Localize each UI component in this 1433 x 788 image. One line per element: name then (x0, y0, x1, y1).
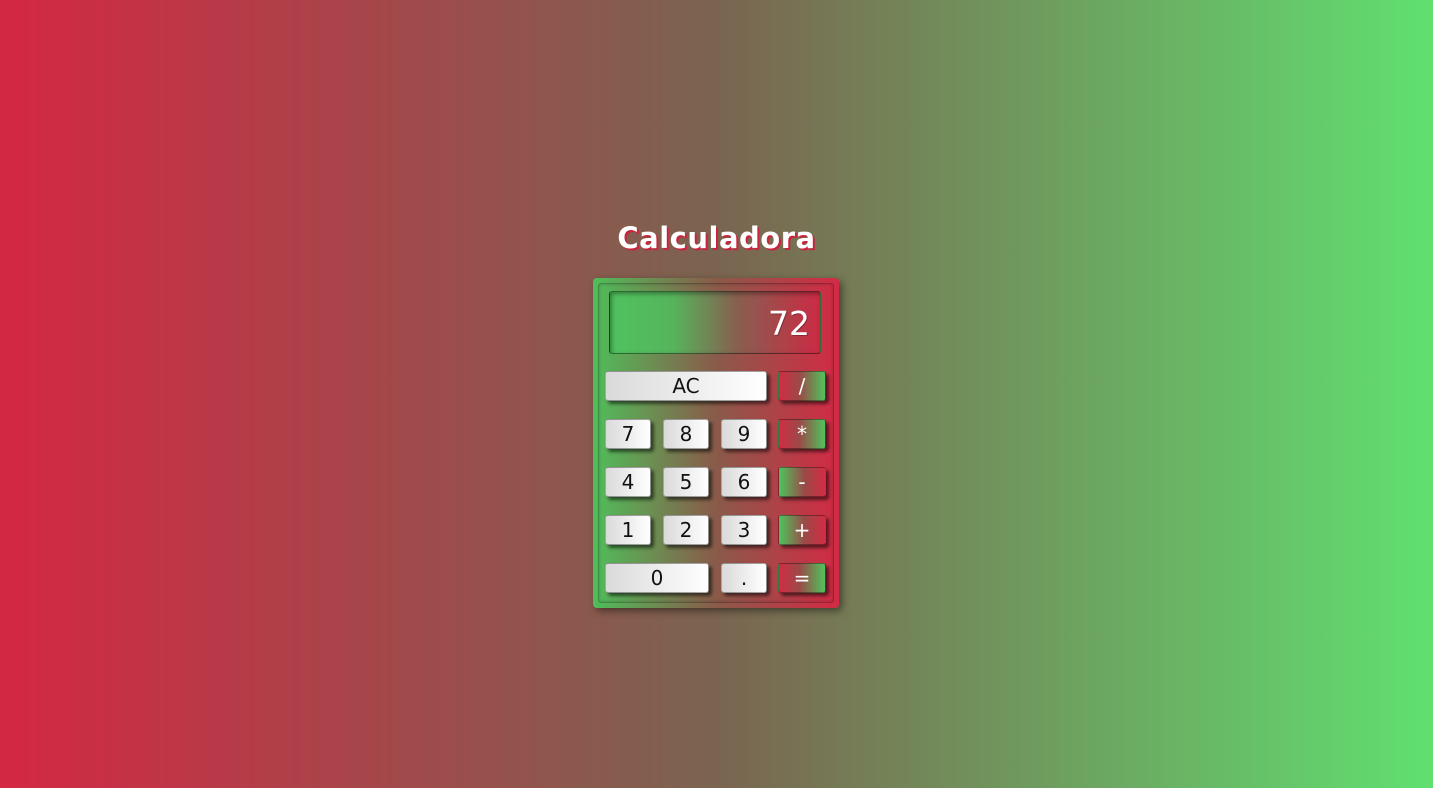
multiply-button[interactable]: * (778, 419, 826, 449)
digit-9-button[interactable]: 9 (721, 419, 767, 449)
digit-5-button[interactable]: 5 (663, 467, 709, 497)
digit-6-button[interactable]: 6 (721, 467, 767, 497)
divide-button[interactable]: / (778, 371, 826, 401)
digit-0-button[interactable]: 0 (605, 563, 709, 593)
calculator-display: 72 (609, 291, 821, 354)
add-button[interactable]: + (778, 515, 826, 545)
equals-button[interactable]: = (778, 563, 826, 593)
decimal-button[interactable]: . (721, 563, 767, 593)
digit-3-button[interactable]: 3 (721, 515, 767, 545)
digit-2-button[interactable]: 2 (663, 515, 709, 545)
digit-7-button[interactable]: 7 (605, 419, 651, 449)
subtract-button[interactable]: - (778, 467, 826, 497)
page-title: Calculadora (617, 221, 816, 255)
digit-4-button[interactable]: 4 (605, 467, 651, 497)
clear-button[interactable]: AC (605, 371, 767, 401)
digit-1-button[interactable]: 1 (605, 515, 651, 545)
digit-8-button[interactable]: 8 (663, 419, 709, 449)
calculator: 72 AC / 7 8 9 * 4 5 6 - 1 2 3 + 0 . = (593, 278, 839, 608)
